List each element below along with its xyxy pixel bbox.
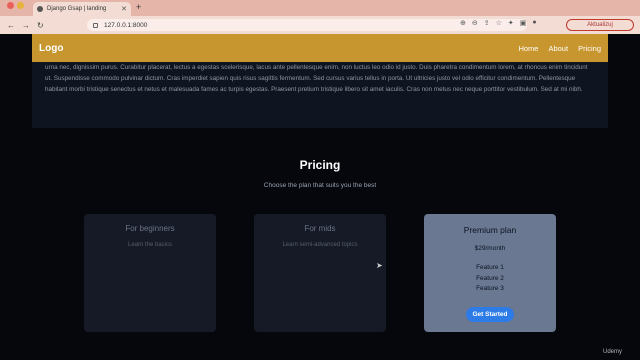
- reload-icon[interactable]: ↻: [37, 21, 44, 30]
- about-section: urna nec, dignissim purus. Curabitur pla…: [32, 62, 608, 128]
- pricing-section: Pricing Choose the plan that suits you t…: [32, 128, 608, 360]
- browser-tab[interactable]: Django Gsap | landing ✕: [33, 2, 131, 16]
- globe-icon: [37, 6, 43, 12]
- plan-card-mids: For mids Learn semi-advanced topics: [254, 214, 386, 332]
- mouse-cursor-icon: ➤: [376, 261, 383, 270]
- plan-feature: Feature 2: [476, 274, 504, 282]
- sidebar-icon[interactable]: ▣: [520, 19, 527, 27]
- about-text: urna nec, dignissim purus. Curabitur pla…: [45, 64, 588, 93]
- update-button[interactable]: Aktualizuj: [566, 19, 634, 31]
- minimize-window-dot[interactable]: [17, 2, 24, 9]
- logo[interactable]: Logo: [39, 43, 63, 54]
- plan-feature: Feature 3: [476, 285, 504, 292]
- browser-toolbar: ← → ↻ 127.0.0.1:8000 ⊕ ⊖ ⇪ ☆ ✦ ▣ ● Aktua…: [0, 16, 640, 34]
- close-window-dot[interactable]: [7, 2, 14, 9]
- browser-tab-bar: Django Gsap | landing ✕ +: [0, 0, 640, 16]
- plan-desc: Learn semi-advanced topics: [282, 242, 358, 248]
- plan-title: Premium plan: [463, 225, 517, 235]
- translate-icon[interactable]: ⊕: [460, 19, 466, 27]
- forward-icon[interactable]: →: [22, 21, 30, 30]
- close-tab-icon[interactable]: ✕: [121, 5, 127, 13]
- profile-icon[interactable]: ●: [532, 19, 536, 27]
- zoom-icon[interactable]: ⊖: [472, 19, 478, 27]
- plan-desc: Learn the basics: [127, 242, 173, 248]
- plan-card-beginners: For beginners Learn the basics: [84, 214, 216, 332]
- nav-about[interactable]: About: [548, 44, 568, 53]
- extensions-icon[interactable]: ✦: [508, 19, 514, 27]
- url-text: 127.0.0.1:8000: [104, 21, 148, 29]
- plan-price: $29/month: [474, 245, 506, 252]
- plan-title: For mids: [304, 224, 336, 233]
- site-navbar: Logo Home About Pricing: [32, 34, 608, 62]
- back-icon[interactable]: ←: [7, 21, 15, 30]
- udemy-watermark: Udemy: [603, 349, 623, 355]
- plan-title: For beginners: [125, 224, 175, 233]
- bookmark-icon[interactable]: ☆: [496, 19, 502, 27]
- new-tab-icon[interactable]: +: [136, 2, 141, 12]
- pricing-title: Pricing: [299, 158, 341, 172]
- site-info-icon[interactable]: [93, 22, 98, 28]
- nav-pricing[interactable]: Pricing: [578, 44, 601, 53]
- pricing-subtitle: Choose the plan that suits you the best: [263, 182, 377, 189]
- share-icon[interactable]: ⇪: [484, 19, 490, 27]
- plan-card-premium: Premium plan $29/month Feature 1 Feature…: [424, 214, 556, 332]
- nav-home[interactable]: Home: [518, 44, 538, 53]
- tab-title: Django Gsap | landing: [47, 6, 107, 12]
- get-started-button[interactable]: Get Started: [466, 306, 514, 322]
- plan-feature: Feature 1: [476, 264, 504, 271]
